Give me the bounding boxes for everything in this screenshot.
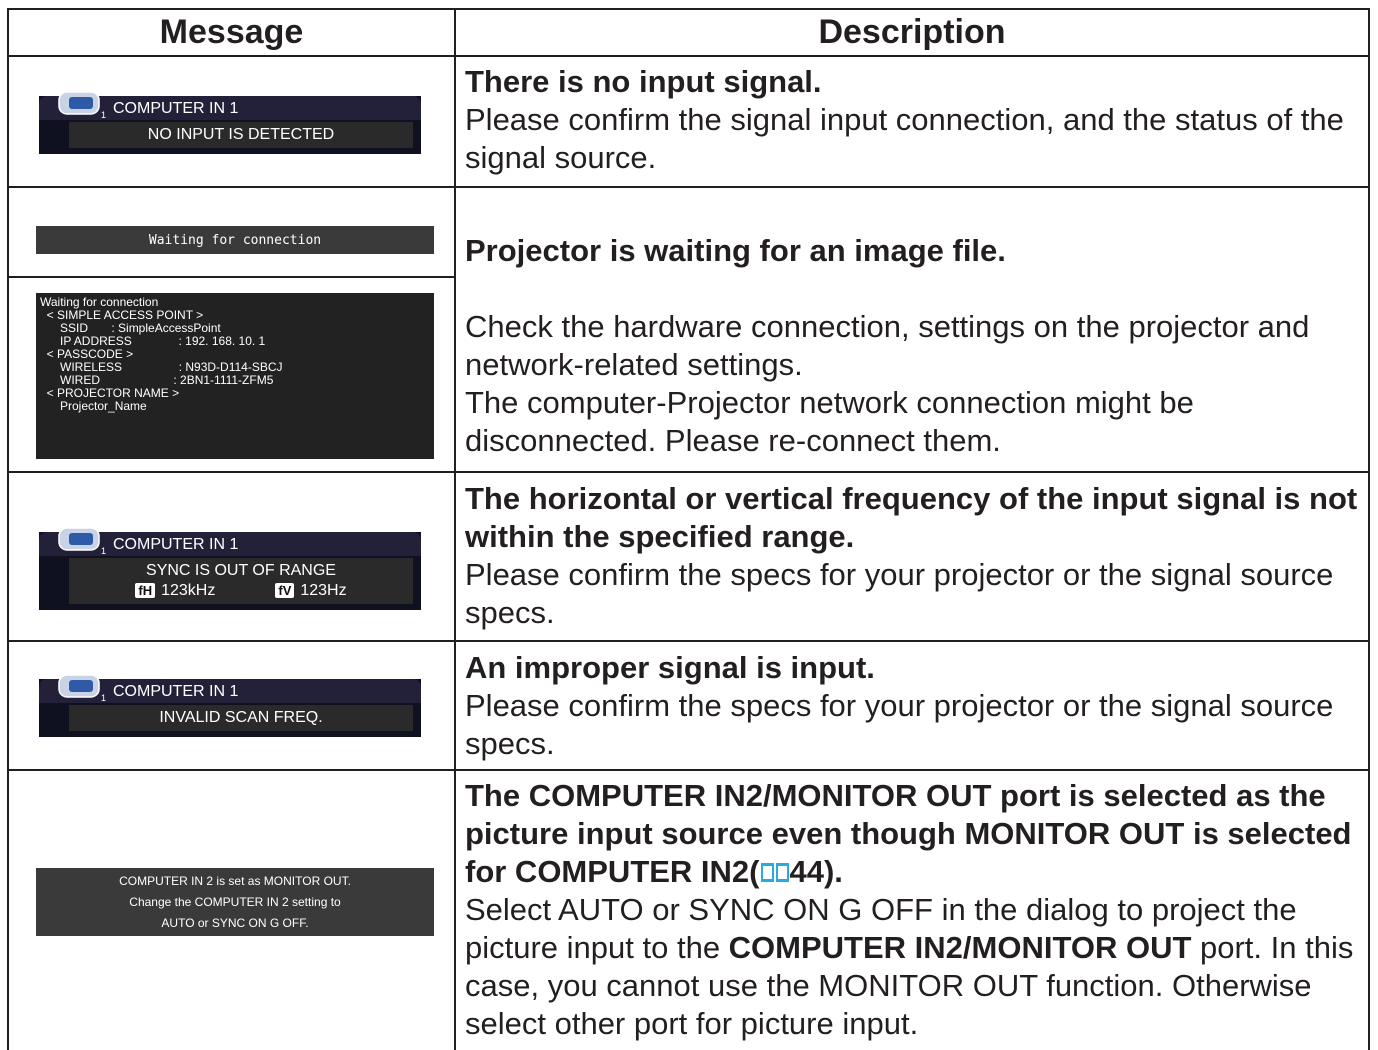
osd-message: SYNC IS OUT OF RANGE — [146, 562, 336, 579]
description-title: There is no input signal. — [465, 64, 822, 99]
computer-input-icon: 1 — [58, 527, 106, 556]
osd-sync-out-of-range: 1 COMPUTER IN 1 SYNC IS OUT OF RANGE fH 1… — [39, 527, 421, 610]
description-body: Check the hardware connection, settings … — [465, 309, 1310, 458]
row-description: There is no input signal. Please confirm… — [465, 63, 1365, 177]
dialog-line: COMPUTER IN 2 is set as MONITOR OUT. — [119, 873, 351, 888]
header-bottom-border — [7, 55, 1370, 57]
fh-icon: fH — [135, 583, 156, 598]
osd-source-label: COMPUTER IN 1 — [113, 683, 239, 700]
header-message: Message — [159, 12, 304, 51]
book-icon — [760, 863, 789, 882]
row-divider — [7, 471, 1370, 473]
dialog-line: Change the COMPUTER IN 2 setting to — [129, 894, 341, 909]
monitor-out-dialog: COMPUTER IN 2 is set as MONITOR OUT. Cha… — [36, 868, 434, 936]
dialog-line: AUTO or SYNC ON G OFF. — [161, 915, 309, 930]
table-right-border — [1368, 8, 1370, 1050]
fh-value: 123kHz — [161, 582, 216, 599]
description-body: Please confirm the specs for your projec… — [465, 688, 1334, 761]
message-table: Message Description 1 COMPUTER IN 1 NO I… — [7, 0, 1370, 1050]
page-reference: 44 — [789, 854, 824, 889]
description-body-bold: COMPUTER IN2/MONITOR OUT — [728, 930, 1192, 965]
svg-text:1: 1 — [101, 693, 106, 703]
osd-invalid-scan: 1 COMPUTER IN 1 INVALID SCAN FREQ. — [39, 674, 421, 737]
row-description: The COMPUTER IN2/MONITOR OUT port is sel… — [465, 778, 1354, 1041]
osd-message: INVALID SCAN FREQ. — [159, 709, 323, 726]
table-top-border — [7, 8, 1370, 10]
row-divider — [7, 769, 1370, 771]
svg-text:1: 1 — [101, 110, 106, 120]
computer-input-icon: 1 — [58, 674, 106, 703]
computer-input-icon: 1 — [58, 91, 106, 120]
description-title: The horizontal or vertical frequency of … — [465, 481, 1358, 554]
description-body: Please confirm the specs for your projec… — [465, 557, 1334, 630]
row-description: The horizontal or vertical frequency of … — [465, 480, 1365, 632]
waiting-bar: Waiting for connection — [36, 226, 434, 254]
osd-source-label: COMPUTER IN 1 — [113, 536, 239, 553]
description-title: Projector is waiting for an image file. — [465, 233, 1006, 268]
osd-message: NO INPUT IS DETECTED — [147, 126, 335, 143]
description-body: Please confirm the signal input connecti… — [465, 102, 1344, 175]
svg-text:1: 1 — [101, 546, 106, 556]
column-divider — [454, 8, 456, 1050]
row-description: Projector is waiting for an image file. … — [465, 194, 1365, 460]
fv-value: 123Hz — [300, 582, 347, 599]
row-divider — [7, 640, 1370, 642]
row-description: An improper signal is input. Please conf… — [465, 649, 1365, 763]
header-description: Description — [818, 12, 1006, 51]
description-title: An improper signal is input. — [465, 650, 875, 685]
description-title: The COMPUTER IN2/MONITOR OUT port is sel… — [465, 778, 1352, 889]
table-left-border — [7, 8, 9, 1050]
fv-icon: fV — [275, 583, 295, 598]
osd-source-label: COMPUTER IN 1 — [113, 100, 239, 117]
osd-no-input: 1 COMPUTER IN 1 NO INPUT IS DETECTED — [39, 91, 421, 154]
waiting-details-panel: Waiting for connection < SIMPLE ACCESS P… — [36, 293, 434, 459]
row-subdivider — [7, 276, 454, 278]
row-divider — [7, 186, 1370, 188]
